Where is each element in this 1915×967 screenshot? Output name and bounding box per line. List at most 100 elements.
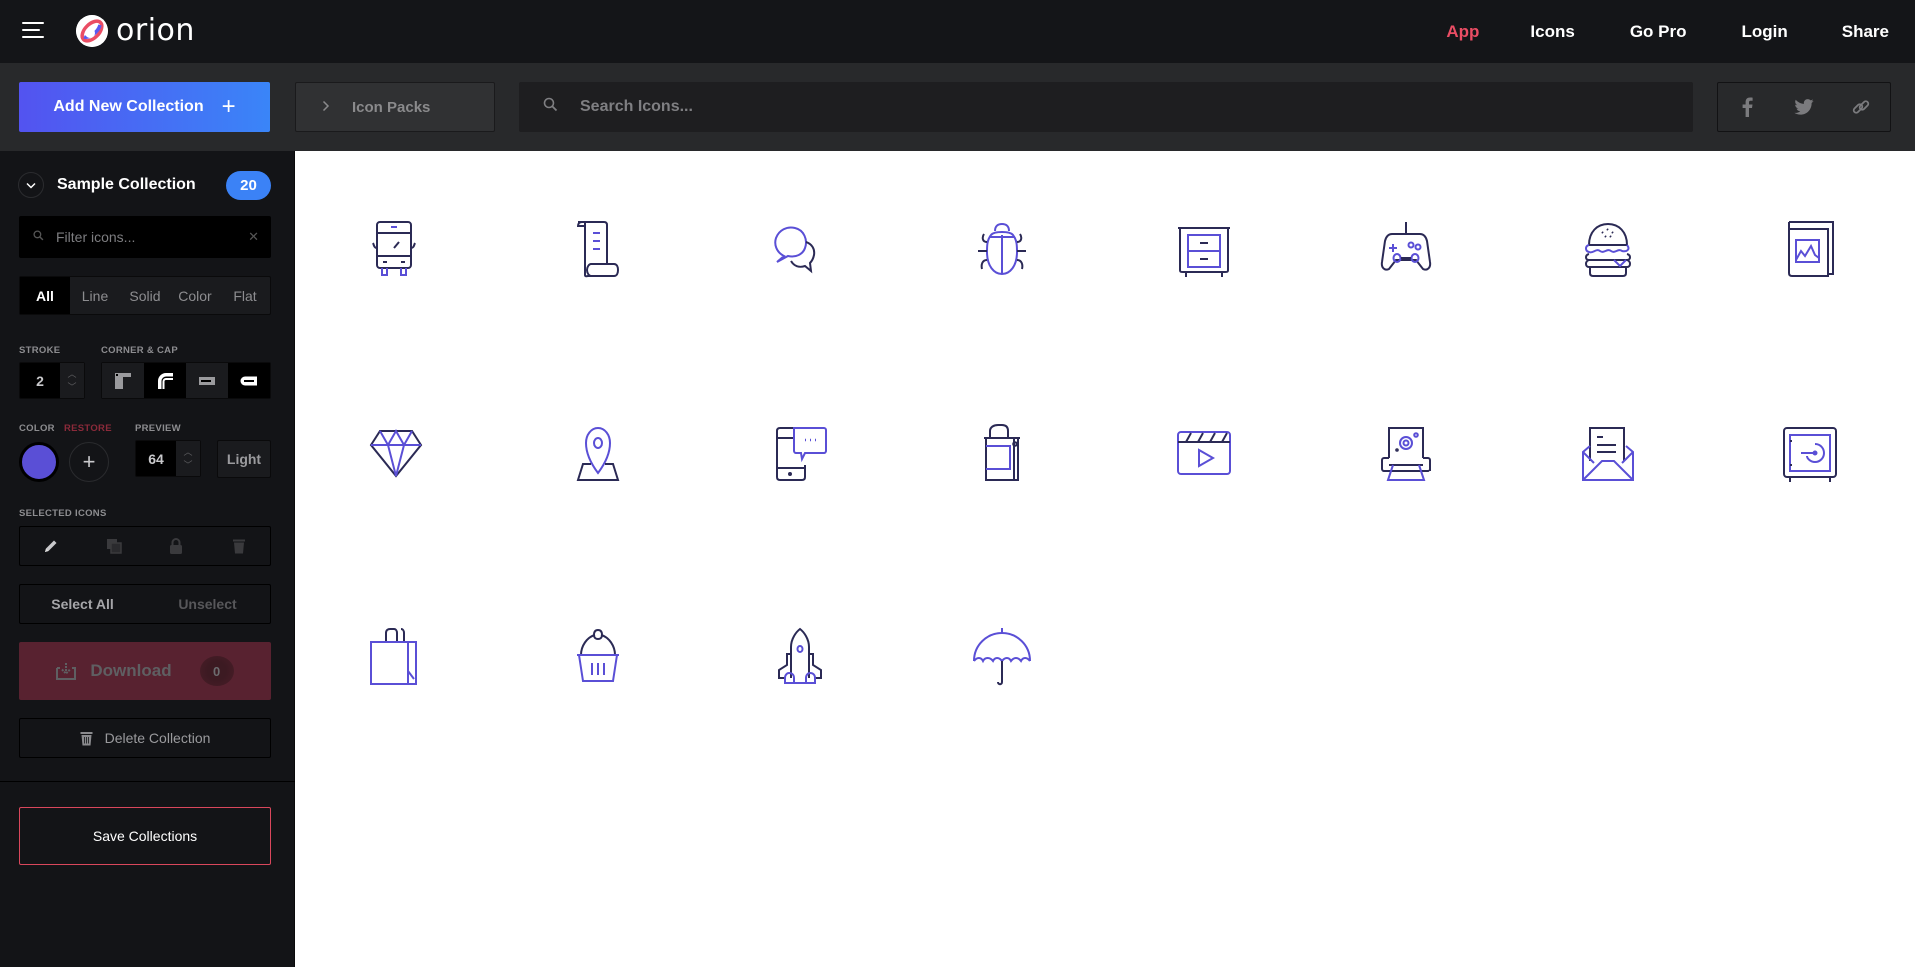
stroke-value[interactable]: 2 [20, 363, 60, 398]
chevron-down-icon[interactable]: ﹀ [183, 460, 192, 470]
clear-filter-icon[interactable]: ✕ [248, 229, 259, 245]
trash-icon[interactable] [208, 527, 271, 565]
round-cap-icon [240, 376, 257, 385]
icon-tile-chat-bubbles[interactable] [750, 200, 850, 300]
icon-tile-bus[interactable] [346, 200, 446, 300]
selected-icons-tools [19, 526, 271, 566]
filter-icons-input[interactable] [56, 229, 249, 245]
corner-cap-options [101, 362, 271, 399]
icon-tile-map-pin[interactable] [548, 403, 648, 503]
icon-tile-cabinet[interactable] [1154, 200, 1254, 300]
icon-tile-open-mail[interactable] [1558, 403, 1658, 503]
preview-label: PREVIEW [135, 423, 181, 434]
chat-bubbles-icon [774, 226, 816, 274]
facebook-icon[interactable] [1735, 95, 1759, 119]
nav-login[interactable]: Login [1741, 22, 1787, 42]
round-cap-button[interactable] [228, 363, 270, 398]
chevron-up-icon[interactable]: ︿ [183, 447, 192, 457]
chevron-up-icon[interactable]: ︿ [67, 369, 76, 379]
twitter-icon[interactable] [1792, 95, 1816, 119]
icon-tile-phone-chat[interactable] [750, 403, 850, 503]
tab-color[interactable]: Color [170, 277, 220, 314]
square-corner-button[interactable] [102, 363, 144, 398]
search-icon [33, 228, 44, 246]
icon-tile-paper-bag[interactable] [346, 607, 446, 707]
icon-tile-rocket[interactable] [750, 607, 850, 707]
icon-grid [295, 151, 1915, 967]
download-icon [56, 662, 77, 680]
preview-size-value[interactable]: 64 [136, 441, 176, 476]
search-bar [519, 82, 1693, 132]
icon-tile-photo-book[interactable] [1760, 200, 1860, 300]
restore-link[interactable]: RESTORE [64, 423, 112, 434]
butt-cap-icon [199, 376, 215, 385]
icon-tile-shopping-bag[interactable] [952, 403, 1052, 503]
nav-app[interactable]: App [1446, 22, 1479, 42]
color-label: COLOR [19, 423, 55, 434]
unselect-button[interactable]: Unselect [145, 585, 270, 623]
download-button[interactable]: Download 0 [19, 642, 271, 700]
bug-icon [978, 222, 1026, 276]
nav-share[interactable]: Share [1842, 22, 1889, 42]
icon-tile-scroll[interactable] [548, 200, 648, 300]
add-collection-label: Add New Collection [53, 98, 204, 115]
icon-tile-burger[interactable] [1558, 200, 1658, 300]
stroke-stepper[interactable]: 2 ︿ ﹀ [19, 362, 85, 399]
icon-tile-bug[interactable] [952, 200, 1052, 300]
download-count-badge: 0 [199, 656, 234, 686]
map-pin-icon [576, 426, 620, 481]
chevron-down-icon[interactable] [18, 172, 44, 198]
icon-tile-gamepad[interactable] [1356, 200, 1456, 300]
icon-tile-safe[interactable] [1760, 403, 1860, 503]
orion-logo-icon [76, 14, 108, 47]
diamond-icon [369, 428, 423, 478]
nav-go-pro[interactable]: Go Pro [1630, 22, 1687, 42]
butt-cap-button[interactable] [186, 363, 228, 398]
add-color-button[interactable]: + [69, 442, 109, 482]
duplicate-icon[interactable] [83, 527, 146, 565]
top-bar: orion App Icons Go Pro Login Share [0, 0, 1915, 63]
select-all-button[interactable]: Select All [20, 585, 145, 623]
icon-tile-diamond[interactable] [346, 403, 446, 503]
color-swatch[interactable] [19, 442, 59, 482]
tab-all[interactable]: All [20, 277, 70, 314]
nav-icons[interactable]: Icons [1530, 22, 1574, 42]
app-name: orion [116, 13, 195, 48]
stroke-label: STROKE [19, 345, 61, 356]
photo-book-icon [1788, 221, 1834, 277]
tab-flat[interactable]: Flat [220, 277, 270, 314]
collection-count-badge: 20 [226, 170, 271, 200]
trash-icon [80, 731, 93, 746]
icon-packs-button[interactable]: Icon Packs [295, 82, 495, 132]
tab-line[interactable]: Line [70, 277, 120, 314]
icon-tile-printer[interactable] [1356, 403, 1456, 503]
light-theme-toggle[interactable]: Light [217, 440, 271, 478]
link-icon[interactable] [1849, 95, 1873, 119]
icon-tile-umbrella[interactable] [952, 607, 1052, 707]
add-new-collection-button[interactable]: Add New Collection + [19, 82, 270, 132]
printer-icon [1381, 427, 1431, 481]
open-mail-icon [1582, 427, 1634, 481]
icon-tile-cupcake[interactable] [548, 607, 648, 707]
delete-collection-button[interactable]: Delete Collection [19, 718, 271, 758]
pencil-icon[interactable] [20, 527, 83, 565]
lock-icon[interactable] [145, 527, 208, 565]
collection-title[interactable]: Sample Collection [57, 176, 226, 194]
logo[interactable]: orion [76, 13, 195, 48]
tab-solid[interactable]: Solid [120, 277, 170, 314]
icon-tile-video-clapper[interactable] [1154, 403, 1254, 503]
preview-arrows: ︿ ﹀ [176, 441, 200, 476]
round-corner-button[interactable] [144, 363, 186, 398]
preview-size-stepper[interactable]: 64 ︿ ﹀ [135, 440, 201, 477]
search-input[interactable] [580, 98, 1637, 116]
corner-cap-label: CORNER & CAP [101, 345, 178, 356]
chevron-right-icon [322, 99, 330, 115]
chevron-down-icon[interactable]: ﹀ [67, 382, 76, 392]
filter-box: ✕ [19, 216, 271, 258]
hamburger-menu-icon[interactable] [22, 20, 46, 40]
burger-icon [1585, 222, 1631, 277]
square-corner-icon [115, 372, 131, 389]
paper-bag-icon [370, 628, 417, 685]
save-collections-button[interactable]: Save Collections [19, 807, 271, 865]
main-nav: App Icons Go Pro Login Share [1446, 0, 1915, 63]
